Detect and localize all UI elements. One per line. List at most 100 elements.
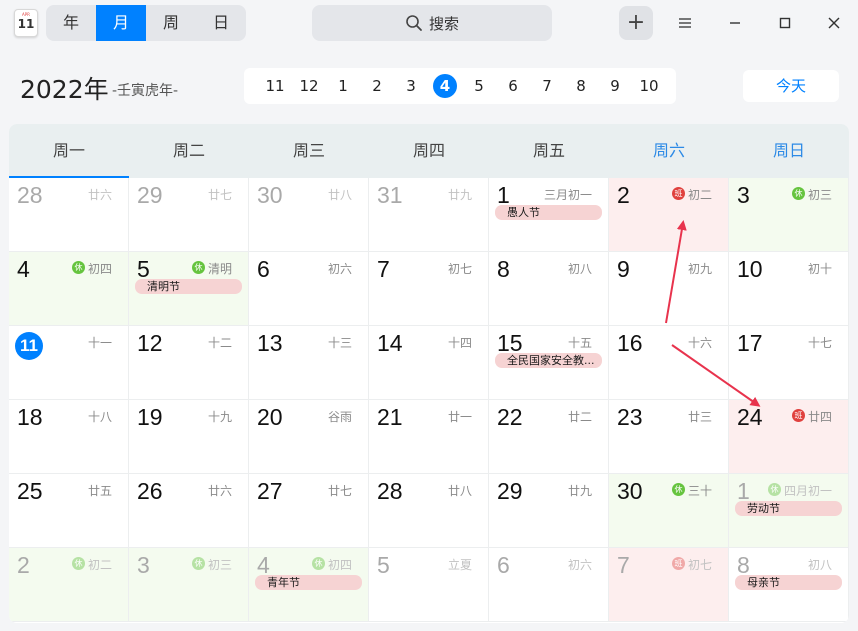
day-cell[interactable]: 27 廿七	[249, 474, 369, 548]
weekday-header-0: 周一	[9, 124, 129, 178]
view-year-button[interactable]: 年	[46, 5, 96, 41]
day-cell[interactable]: 30 三十休	[609, 474, 729, 548]
month-label: 10	[639, 77, 659, 95]
event-chip[interactable]: 全民国家安全教...	[495, 353, 602, 368]
day-cell[interactable]: 15 十五 全民国家安全教...	[489, 326, 609, 400]
lunar-date: 廿三	[687, 410, 712, 424]
weekday-header-1: 周二	[172, 141, 205, 160]
lunar-date: 廿五	[87, 484, 112, 498]
day-cell[interactable]: 20 谷雨	[249, 400, 369, 474]
day-cell[interactable]: 18 十八	[9, 400, 129, 474]
search-input[interactable]: 搜索	[312, 5, 552, 41]
lunar-date: 十二	[207, 336, 232, 350]
day-cell[interactable]: 3 初三休	[729, 178, 849, 252]
year-title: 2022年	[20, 75, 109, 104]
day-number: 28	[377, 478, 403, 504]
lunar-date: 初三	[807, 188, 832, 202]
day-cell[interactable]: 17 十七	[729, 326, 849, 400]
month-item-5[interactable]: 5	[462, 74, 496, 98]
day-cell[interactable]: 7 初七	[369, 252, 489, 326]
day-cell[interactable]: 1 三月初一 愚人节	[489, 178, 609, 252]
lunar-date: 廿六	[207, 484, 232, 498]
holiday-rest-badge: 休	[672, 483, 685, 496]
month-item-9[interactable]: 9	[598, 74, 632, 98]
day-number: 22	[497, 404, 523, 430]
lunar-date: 廿九	[567, 484, 592, 498]
view-day-button[interactable]: 日	[196, 5, 246, 41]
month-item-2[interactable]: 2	[360, 74, 394, 98]
month-item-4[interactable]: 4	[428, 74, 462, 98]
day-cell[interactable]: 11 十一	[9, 326, 129, 400]
month-item-1[interactable]: 1	[326, 74, 360, 98]
event-chip[interactable]: 母亲节	[735, 575, 842, 590]
day-cell[interactable]: 8 初八 母亲节	[729, 548, 849, 622]
today-button[interactable]: 今天	[743, 70, 839, 102]
day-number: 13	[257, 330, 283, 356]
day-cell[interactable]: 28 廿六	[9, 178, 129, 252]
lunar-date: 廿七	[327, 484, 352, 498]
close-icon	[828, 17, 840, 29]
day-cell[interactable]: 26 廿六	[129, 474, 249, 548]
month-item-8[interactable]: 8	[564, 74, 598, 98]
day-cell[interactable]: 8 初八	[489, 252, 609, 326]
day-cell[interactable]: 5 清明休清明节	[129, 252, 249, 326]
day-cell[interactable]: 24 廿四班	[729, 400, 849, 474]
lunar-date: 三月初一	[543, 188, 592, 202]
day-cell[interactable]: 19 十九	[129, 400, 249, 474]
day-cell[interactable]: 6 初六	[489, 548, 609, 622]
lunar-date: 廿九	[447, 188, 472, 202]
month-item-10[interactable]: 10	[632, 74, 666, 98]
day-cell[interactable]: 7 初七班	[609, 548, 729, 622]
event-chip[interactable]: 愚人节	[495, 205, 602, 220]
day-cell[interactable]: 16 十六	[609, 326, 729, 400]
lunar-date: 十一	[87, 336, 112, 350]
day-cell[interactable]: 2 初二班	[609, 178, 729, 252]
event-chip[interactable]: 劳动节	[735, 501, 842, 516]
month-item-7[interactable]: 7	[530, 74, 564, 98]
day-cell[interactable]: 4 初四休青年节	[249, 548, 369, 622]
month-item-12[interactable]: 12	[292, 74, 326, 98]
day-number: 6	[257, 256, 270, 282]
holiday-rest-badge: 休	[72, 557, 85, 570]
close-button[interactable]	[817, 6, 851, 40]
day-cell[interactable]: 28 廿八	[369, 474, 489, 548]
lunar-date: 初八	[567, 262, 592, 276]
day-cell[interactable]: 29 廿九	[489, 474, 609, 548]
event-chip[interactable]: 清明节	[135, 279, 242, 294]
menu-button[interactable]	[668, 6, 702, 40]
day-cell[interactable]: 22 廿二	[489, 400, 609, 474]
view-month-button[interactable]: 月	[96, 5, 146, 41]
lunar-date: 十四	[447, 336, 472, 350]
day-cell[interactable]: 9 初九	[609, 252, 729, 326]
month-item-6[interactable]: 6	[496, 74, 530, 98]
day-cell[interactable]: 21 廿一	[369, 400, 489, 474]
lunar-date: 初二	[687, 188, 712, 202]
day-cell[interactable]: 25 廿五	[9, 474, 129, 548]
day-cell[interactable]: 3 初三休	[129, 548, 249, 622]
day-cell[interactable]: 1 四月初一休劳动节	[729, 474, 849, 548]
view-week-button[interactable]: 周	[146, 5, 196, 41]
workday-badge: 班	[672, 557, 685, 570]
day-cell[interactable]: 14 十四	[369, 326, 489, 400]
day-cell[interactable]: 31 廿九	[369, 178, 489, 252]
minimize-button[interactable]	[718, 6, 752, 40]
add-event-button[interactable]: +	[619, 6, 653, 40]
day-cell[interactable]: 2 初二休	[9, 548, 129, 622]
maximize-button[interactable]	[768, 6, 802, 40]
day-cell[interactable]: 10 初十	[729, 252, 849, 326]
day-number: 8	[497, 256, 510, 282]
day-cell[interactable]: 4 初四休	[9, 252, 129, 326]
day-cell[interactable]: 23 廿三	[609, 400, 729, 474]
lunar-date: 十八	[87, 410, 112, 424]
day-cell[interactable]: 6 初六	[249, 252, 369, 326]
day-cell[interactable]: 30 廿八	[249, 178, 369, 252]
day-cell[interactable]: 12 十二	[129, 326, 249, 400]
workday-badge: 班	[792, 409, 805, 422]
month-item-11[interactable]: 11	[258, 74, 292, 98]
day-cell[interactable]: 13 十三	[249, 326, 369, 400]
event-chip[interactable]: 青年节	[255, 575, 362, 590]
day-cell[interactable]: 29 廿七	[129, 178, 249, 252]
holiday-rest-badge: 休	[768, 483, 781, 496]
day-cell[interactable]: 5 立夏	[369, 548, 489, 622]
month-item-3[interactable]: 3	[394, 74, 428, 98]
